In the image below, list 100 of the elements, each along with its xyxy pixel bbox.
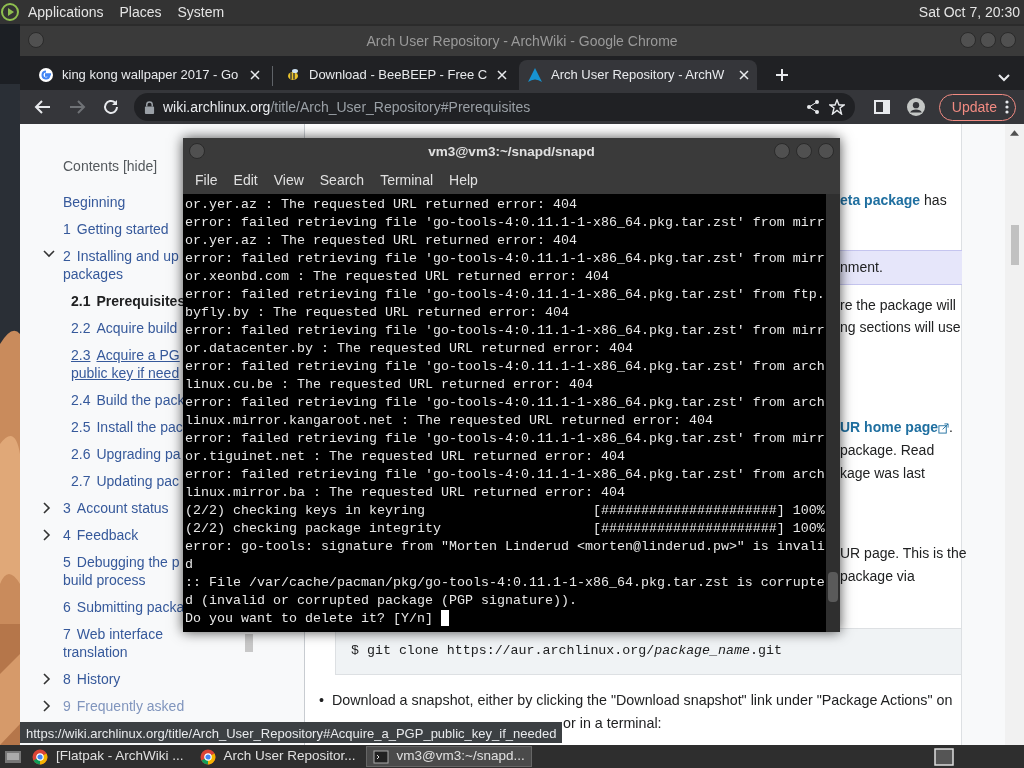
share-icon[interactable] — [804, 99, 821, 115]
url-text: wiki.archlinux.org/title/Arch_User_Repository#Prerequisites — [163, 97, 532, 117]
chevron-down-icon[interactable] — [43, 250, 55, 258]
menu-item[interactable]: File — [187, 169, 226, 191]
browser-tab[interactable]: king kong wallpaper 2017 - Go — [30, 60, 268, 90]
terminal-line: error: failed retrieving file 'go-tools-4:0.11.1-1-x86_64.pkg.tar.zst' from arch — [185, 358, 826, 376]
terminal-line: linux.mirror.kangaroot.net : The requested URL returned error: 404 — [185, 412, 714, 430]
chevron-right-icon[interactable] — [43, 700, 51, 712]
toc-link[interactable]: Beginning — [63, 193, 126, 211]
toc-link[interactable]: 1 Getting started — [63, 220, 169, 238]
close-icon[interactable] — [739, 70, 749, 80]
browser-icon — [199, 748, 216, 765]
distro-logo-icon[interactable] — [0, 2, 20, 22]
article-link[interactable]: UR home page — [840, 419, 938, 435]
text-line: has — [923, 192, 947, 208]
terminal-line: linux.cu.be : The requested URL returned error: 404 — [185, 376, 594, 394]
browser-tab[interactable]: Download - BeeBEEP - Free C — [277, 60, 515, 90]
taskbar-item[interactable]: vm3@vm3:~/snapd... — [365, 746, 532, 767]
browser-icon — [32, 748, 48, 765]
text-line: kage was last — [840, 464, 925, 483]
chevron-right-icon[interactable] — [43, 502, 51, 514]
terminal-line: or.yer.az : The requested URL returned error: 404 — [185, 232, 578, 250]
toc-link[interactable]: 4 Feedback — [63, 526, 139, 544]
star-icon[interactable] — [828, 99, 845, 115]
note-text: nment. — [840, 258, 884, 277]
text-line: package via — [840, 567, 915, 586]
toc-link[interactable]: 2.5 Install the pac — [71, 418, 183, 436]
scrollbar-thumb[interactable] — [1011, 225, 1019, 265]
terminal-line: or.xeonbd.com : The requested URL returned error: 404 — [185, 268, 610, 286]
article-link[interactable]: eta package — [840, 192, 921, 208]
menu-item[interactable]: View — [265, 169, 312, 191]
text-line: re the package will — [840, 296, 956, 315]
terminal-line: :: File /var/cache/pacman/pkg/go-tools-4:0.11.1-1-x86_64.pkg.tar.zst is corrupte — [185, 574, 826, 592]
menu-item[interactable]: Help — [441, 169, 486, 191]
terminal-line: error: failed retrieving file 'go-tools-4:0.11.1-1-x86_64.pkg.tar.zst' from mirr — [185, 250, 826, 268]
text-line: package. Read — [840, 441, 935, 460]
terminal-line: error: failed retrieving file 'go-tools-4:0.11.1-1-x86_64.pkg.tar.zst' from ftp. — [185, 286, 826, 304]
show-desktop-icon[interactable] — [4, 748, 22, 765]
side-panel-icon — [872, 98, 891, 116]
panel-menu[interactable]: Applications — [20, 1, 112, 23]
chevron-right-icon[interactable] — [43, 529, 51, 541]
terminal-line: error: failed retrieving file 'go-tools-4:0.11.1-1-x86_64.pkg.tar.zst' from mirr — [185, 322, 826, 340]
toc-link[interactable]: 2.1 Prerequisites — [71, 292, 186, 310]
scrollbar-thumb[interactable] — [245, 634, 253, 652]
text-line: ng sections will use — [840, 318, 961, 337]
terminal-line: byfly.by : The requested URL returned error: 404 — [185, 304, 570, 322]
terminal-icon — [372, 748, 389, 765]
clock: Sat Oct 7, 20:30 — [918, 2, 1021, 22]
menu-item[interactable]: Terminal — [372, 169, 442, 191]
toc-link[interactable]: 5 Debugging the p build process — [63, 553, 180, 589]
taskbar-item[interactable]: [Flatpak - ArchWiki ... — [26, 746, 190, 767]
hide-link[interactable]: [hide] — [122, 158, 158, 174]
terminal-line: Do you want to delete it? [Y/n] — [185, 610, 434, 628]
reload-icon — [102, 98, 120, 116]
toc-link[interactable]: 7 Web interface translation — [63, 625, 163, 661]
toc-link[interactable]: 2.2 Acquire build — [71, 319, 178, 337]
terminal-line: error: failed retrieving file 'go-tools-4:0.11.1-1-x86_64.pkg.tar.zst' from arch — [185, 394, 826, 412]
toc-link[interactable]: 8 History — [63, 670, 121, 688]
panel-menu[interactable]: Places — [111, 1, 170, 23]
terminal-line: error: failed retrieving file 'go-tools-4:0.11.1-1-x86_64.pkg.tar.zst' from mirr — [185, 214, 826, 232]
terminal-line: or.datacenter.by : The requested URL returned error: 404 — [185, 340, 634, 358]
chevron-right-icon[interactable] — [43, 673, 51, 685]
triangle-logo-icon — [527, 67, 543, 83]
code-block: $ git clone https://aur.archlinux.org/package_name.git — [335, 628, 962, 675]
terminal-line: or.tiguinet.net : The requested URL returned error: 404 — [185, 448, 626, 466]
menu-item[interactable]: Edit — [225, 169, 266, 191]
close-icon[interactable] — [250, 70, 260, 80]
toc-link[interactable]: 2.6 Upgrading pa — [71, 445, 181, 463]
window-title: Arch User Repository - ArchWiki - Google Chrome — [366, 31, 678, 51]
toc-link[interactable]: 2.3 Acquire a PG public key if need — [71, 346, 180, 382]
more-menu-icon[interactable] — [1005, 99, 1009, 115]
terminal-cursor — [440, 610, 449, 626]
text-line: . — [949, 419, 953, 435]
terminal-line: error: go-tools: signature from "Morten Linderud <morten@linderud.pw>" is invali — [185, 538, 826, 556]
address-bar[interactable]: wiki.archlinux.org/title/Arch_User_Repository#Prerequisites — [134, 93, 855, 121]
bee-icon — [285, 67, 301, 83]
terminal-line: linux.mirror.ba : The requested URL returned error: 404 — [185, 484, 626, 502]
terminal-line: d (invalid or corrupted package (PGP signature)). — [185, 592, 578, 610]
toc-link[interactable]: 3 Account status — [63, 499, 169, 517]
workspace-switcher-icon[interactable] — [934, 747, 954, 766]
text-line: UR page. This is the — [840, 544, 967, 563]
profile-icon — [906, 98, 925, 116]
terminal-line: error: failed retrieving file 'go-tools-4:0.11.1-1-x86_64.pkg.tar.zst' from arch — [185, 466, 826, 484]
close-icon[interactable] — [497, 70, 507, 80]
scroll-up-icon[interactable] — [1010, 130, 1019, 136]
toc-link[interactable]: 2.4 Build the pack — [71, 391, 185, 409]
lock-icon[interactable] — [144, 100, 155, 114]
menu-item[interactable]: Search — [311, 169, 373, 191]
back-arrow-icon — [34, 98, 52, 116]
taskbar-item[interactable]: Arch User Repositor... — [193, 746, 362, 767]
browser-tab[interactable]: Arch User Repository - ArchW — [519, 60, 757, 90]
terminal-line: error: failed retrieving file 'go-tools-4:0.11.1-1-x86_64.pkg.tar.zst' from mirr — [185, 430, 826, 448]
scrollbar-thumb[interactable] — [828, 572, 838, 602]
toc-link[interactable]: 6 Submitting packa — [63, 598, 185, 616]
toc-link[interactable]: 2 Installing and up packages — [63, 247, 179, 283]
terminal-line: (2/2) checking package integrity [######################] 100% — [185, 520, 826, 538]
window-title: vm3@vm3:~/snapd/snapd — [428, 142, 595, 161]
toc-link[interactable]: 2.7 Updating pac — [71, 472, 179, 490]
panel-menu[interactable]: System — [169, 1, 233, 23]
chevron-down-icon — [998, 74, 1010, 82]
